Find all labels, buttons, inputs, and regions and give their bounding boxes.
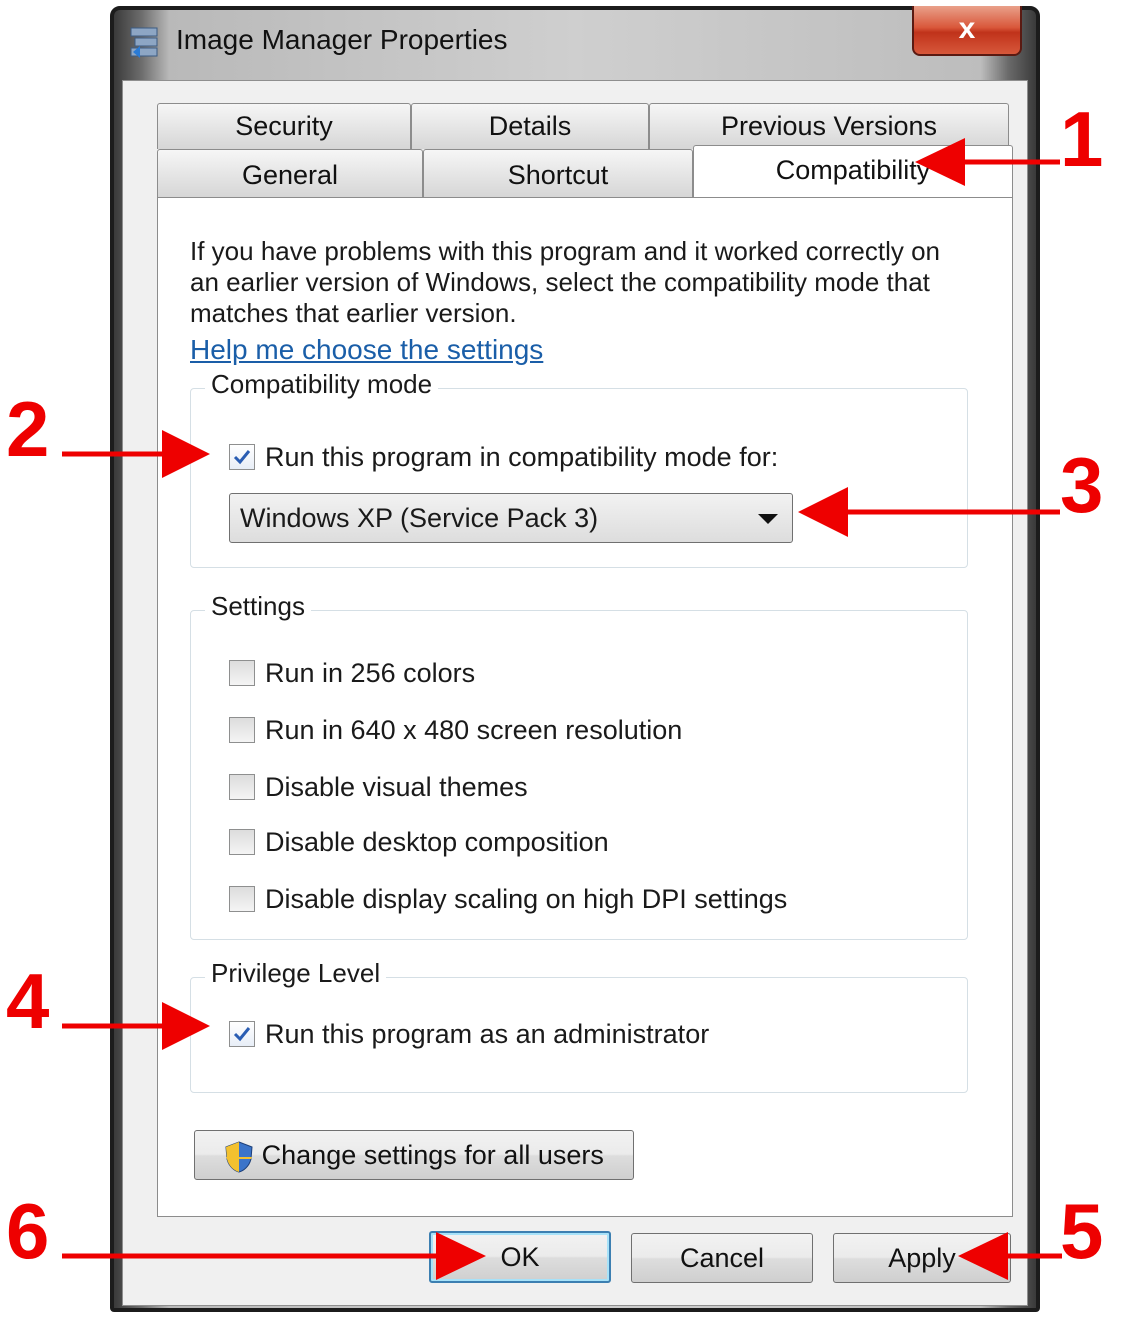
settings-label: Settings xyxy=(205,591,311,622)
checkmark-icon xyxy=(233,1027,251,1042)
annotation-4: 4 xyxy=(6,957,50,1045)
ok-button[interactable]: OK xyxy=(429,1231,611,1283)
help-link[interactable]: Help me choose the settings xyxy=(190,334,543,366)
close-button[interactable]: x xyxy=(912,6,1022,56)
setting-256-colors-row[interactable]: Run in 256 colors xyxy=(229,657,475,689)
setting-desktop-composition-label: Disable desktop composition xyxy=(265,826,609,857)
compatibility-mode-checkbox-row[interactable]: Run this program in compatibility mode f… xyxy=(229,441,778,473)
setting-dpi-scaling-row[interactable]: Disable display scaling on high DPI sett… xyxy=(229,883,787,915)
tab-shortcut[interactable]: Shortcut xyxy=(423,149,693,197)
window-title: Image Manager Properties xyxy=(176,24,508,55)
chevron-down-icon xyxy=(758,514,778,524)
compatibility-mode-group: Compatibility mode Run this program in c… xyxy=(190,369,968,568)
privilege-level-label: Privilege Level xyxy=(205,958,387,989)
setting-dpi-scaling-label: Disable display scaling on high DPI sett… xyxy=(265,883,788,914)
setting-640x480-checkbox[interactable] xyxy=(229,717,255,743)
compatibility-mode-value: Windows XP (Service Pack 3) xyxy=(240,503,599,533)
annotation-1: 1 xyxy=(1060,95,1104,183)
app-icon xyxy=(130,27,158,58)
title-bar[interactable]: Image Manager Properties x xyxy=(114,6,1036,76)
tab-security[interactable]: Security xyxy=(157,103,411,149)
annotation-2: 2 xyxy=(6,385,50,473)
setting-256-colors-checkbox[interactable] xyxy=(229,660,255,686)
annotation-5: 5 xyxy=(1060,1187,1104,1275)
compatibility-mode-select[interactable]: Windows XP (Service Pack 3) xyxy=(229,493,793,543)
setting-desktop-composition-row[interactable]: Disable desktop composition xyxy=(229,826,609,858)
compatibility-panel: If you have problems with this program a… xyxy=(157,197,1013,1217)
setting-visual-themes-label: Disable visual themes xyxy=(265,771,528,802)
setting-256-colors-label: Run in 256 colors xyxy=(265,657,476,688)
description-text: If you have problems with this program a… xyxy=(190,236,941,328)
tab-compatibility[interactable]: Compatibility xyxy=(693,145,1013,197)
run-as-admin-label: Run this program as an administrator xyxy=(265,1018,710,1049)
compatibility-mode-label: Compatibility mode xyxy=(205,369,439,400)
properties-window: Image Manager Properties x Security Deta… xyxy=(110,6,1040,1312)
uac-shield-icon xyxy=(225,1141,253,1173)
checkmark-icon xyxy=(233,450,251,465)
change-settings-all-users-button[interactable]: Change settings for all users xyxy=(194,1130,634,1180)
run-as-admin-row[interactable]: Run this program as an administrator xyxy=(229,1018,709,1050)
setting-640x480-label: Run in 640 x 480 screen resolution xyxy=(265,714,683,745)
dialog-client: Security Details Previous Versions Gener… xyxy=(122,80,1028,1306)
cancel-button[interactable]: Cancel xyxy=(631,1233,813,1283)
setting-desktop-composition-checkbox[interactable] xyxy=(229,829,255,855)
run-as-admin-checkbox[interactable] xyxy=(229,1021,255,1047)
setting-visual-themes-checkbox[interactable] xyxy=(229,774,255,800)
change-settings-all-users-label: Change settings for all users xyxy=(261,1140,604,1170)
settings-group: Settings Run in 256 colors Run in 640 x … xyxy=(190,591,968,940)
annotation-6: 6 xyxy=(6,1187,50,1275)
compatibility-mode-checkbox[interactable] xyxy=(229,444,255,470)
tab-details[interactable]: Details xyxy=(411,103,649,149)
tab-general[interactable]: General xyxy=(157,149,423,197)
privilege-level-group: Privilege Level Run this program as an a… xyxy=(190,958,968,1093)
annotation-3: 3 xyxy=(1060,441,1104,529)
setting-640x480-row[interactable]: Run in 640 x 480 screen resolution xyxy=(229,714,682,746)
setting-dpi-scaling-checkbox[interactable] xyxy=(229,886,255,912)
apply-button[interactable]: Apply xyxy=(833,1233,1011,1283)
compatibility-mode-checkbox-label: Run this program in compatibility mode f… xyxy=(265,441,779,472)
setting-visual-themes-row[interactable]: Disable visual themes xyxy=(229,771,528,803)
tab-previous-versions[interactable]: Previous Versions xyxy=(649,103,1009,149)
